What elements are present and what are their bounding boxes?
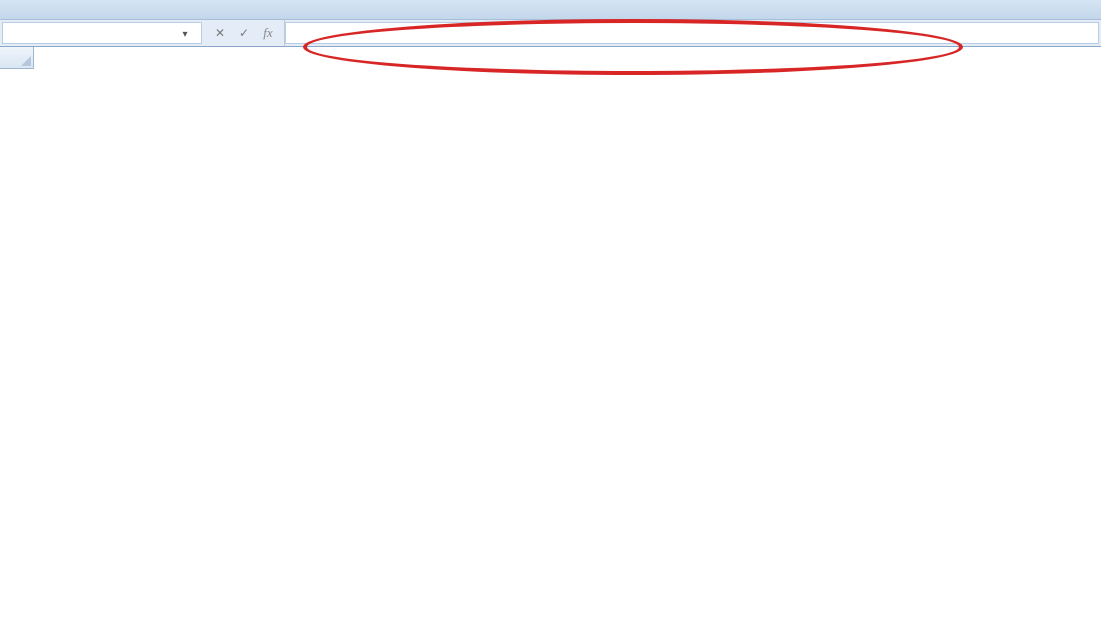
fx-icon[interactable]: fx (257, 23, 279, 43)
spreadsheet-grid (0, 47, 1101, 69)
formula-input[interactable] (285, 22, 1099, 44)
accept-formula-icon[interactable]: ✓ (233, 23, 255, 43)
row-headers (0, 47, 34, 69)
name-box-dropdown-icon[interactable]: ▾ (177, 27, 193, 40)
select-all-corner[interactable] (0, 47, 34, 69)
formula-bar-buttons: ✕ ✓ fx (204, 20, 285, 46)
ribbon-group-labels (0, 0, 1101, 20)
name-box[interactable]: ▾ (2, 22, 202, 44)
formula-bar: ▾ ✕ ✓ fx (0, 20, 1101, 47)
cancel-formula-icon[interactable]: ✕ (209, 23, 231, 43)
